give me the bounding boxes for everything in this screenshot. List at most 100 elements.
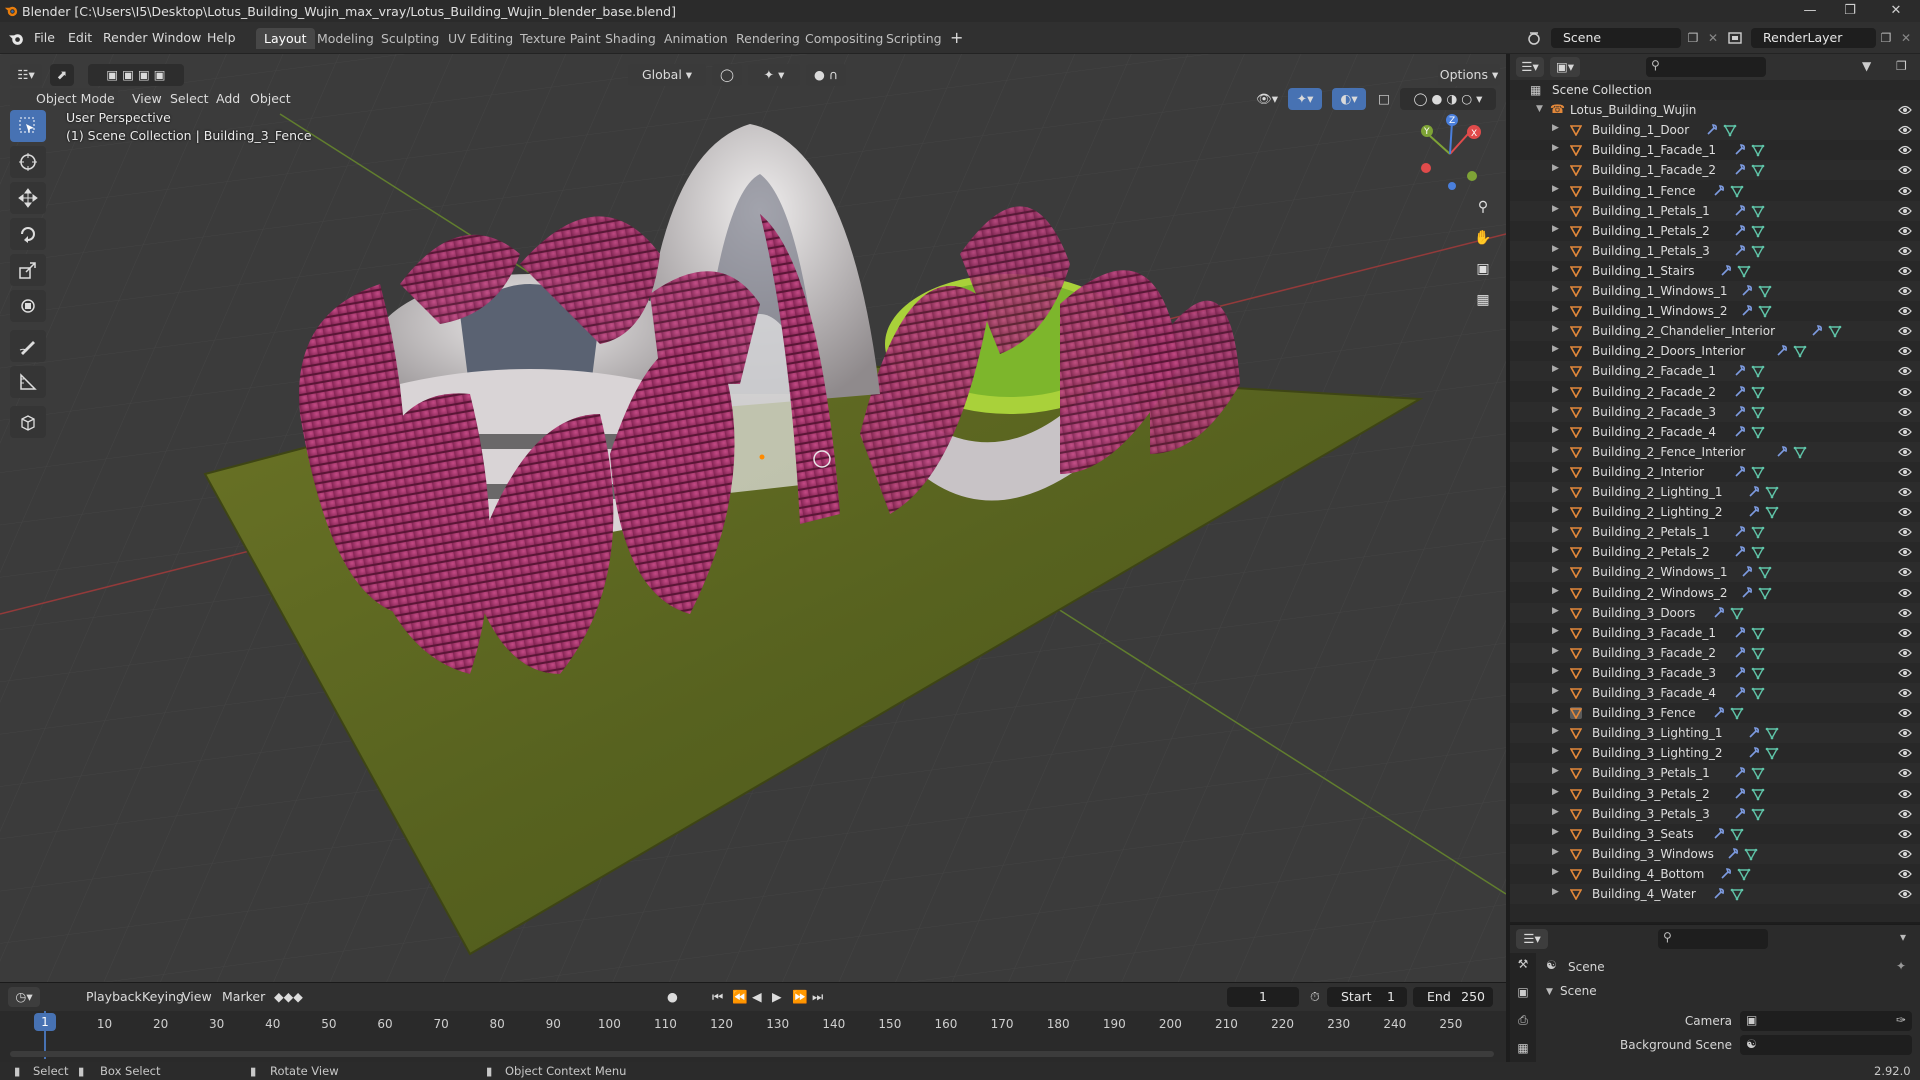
new-scene-icon[interactable]: ❐ — [1683, 28, 1703, 48]
tab-animation[interactable]: Animation — [656, 28, 736, 49]
outliner-item-row[interactable]: ▶ Building_3_Lighting_1 — [1510, 723, 1920, 744]
expand-arrow-icon[interactable]: ▶ — [1552, 706, 1559, 716]
expand-arrow-icon[interactable]: ▶ — [1552, 525, 1559, 535]
outliner-item-row[interactable]: ▶ Building_3_Seats — [1510, 824, 1920, 844]
background-scene-field[interactable] — [1740, 1035, 1912, 1055]
jump-start-icon[interactable]: ⏮ — [708, 988, 727, 1006]
menu-help[interactable]: Help — [203, 29, 240, 47]
visibility-eye-icon[interactable] — [1898, 868, 1912, 880]
modifier-wrench-icon[interactable] — [1775, 344, 1789, 358]
jump-end-icon[interactable]: ⏭ — [808, 988, 827, 1006]
expand-arrow-icon[interactable]: ▶ — [1552, 606, 1559, 616]
outliner-item-row[interactable]: ▶ Building_3_Petals_2 — [1510, 784, 1920, 804]
expand-arrow-icon[interactable]: ▶ — [1552, 807, 1559, 817]
outliner-item-row[interactable]: ▶ Building_2_Lighting_1 — [1510, 482, 1920, 502]
expand-arrow-icon[interactable]: ▶ — [1552, 545, 1559, 555]
mesh-data-icon[interactable] — [1751, 465, 1765, 479]
modifier-wrench-icon[interactable] — [1733, 646, 1747, 660]
modifier-wrench-icon[interactable] — [1733, 766, 1747, 780]
keyframe-nav-icon[interactable]: ◆◆◆ — [270, 988, 307, 1006]
outliner-item-row[interactable]: ▶ Building_2_Facade_3 — [1510, 401, 1920, 422]
mesh-data-icon[interactable] — [1730, 827, 1744, 841]
ortho-grid-icon[interactable]: ▦ — [1471, 288, 1495, 312]
properties-search-input[interactable] — [1658, 929, 1768, 949]
modifier-wrench-icon[interactable] — [1712, 827, 1726, 841]
tool-cursor[interactable] — [10, 146, 46, 178]
view-layer-tab-icon[interactable]: ▦ — [1514, 1041, 1532, 1059]
record-icon[interactable]: ● — [663, 988, 682, 1006]
mesh-data-icon[interactable] — [1751, 385, 1765, 399]
mesh-data-icon[interactable] — [1744, 847, 1758, 861]
pivot-point-icon[interactable]: ◯ — [712, 64, 742, 86]
expand-arrow-icon[interactable]: ▶ — [1552, 626, 1559, 636]
viewport-menu-object[interactable]: Object — [246, 90, 295, 108]
modifier-wrench-icon[interactable] — [1733, 807, 1747, 821]
expand-arrow-icon[interactable]: ▶ — [1552, 847, 1559, 857]
expand-arrow-icon[interactable]: ▶ — [1552, 726, 1559, 736]
modifier-wrench-icon[interactable] — [1705, 123, 1719, 137]
modifier-wrench-icon[interactable] — [1747, 726, 1761, 740]
tool-select-box[interactable] — [10, 110, 46, 142]
expand-arrow-icon[interactable]: ▶ — [1552, 666, 1559, 676]
modifier-wrench-icon[interactable] — [1733, 666, 1747, 680]
visibility-eye-icon[interactable] — [1898, 104, 1912, 116]
mesh-data-icon[interactable] — [1751, 425, 1765, 439]
mesh-data-icon[interactable] — [1751, 204, 1765, 218]
visibility-eye-icon[interactable] — [1898, 687, 1912, 699]
mesh-data-icon[interactable] — [1751, 525, 1765, 539]
visibility-eye-icon[interactable] — [1898, 566, 1912, 578]
tab-modeling[interactable]: Modeling — [309, 28, 382, 49]
expand-arrow-icon[interactable]: ▶ — [1552, 405, 1559, 415]
outliner-item-row[interactable]: ▶ Building_1_Facade_1 — [1510, 140, 1920, 160]
play-reverse-icon[interactable]: ◀ — [748, 988, 766, 1006]
expand-arrow-icon[interactable]: ▶ — [1552, 385, 1559, 395]
modifier-wrench-icon[interactable] — [1733, 204, 1747, 218]
outliner-item-row[interactable]: ▶ Building_1_Windows_2 — [1510, 301, 1920, 321]
expand-arrow-icon[interactable]: ▶ — [1552, 123, 1559, 133]
visibility-eye-icon[interactable] — [1898, 365, 1912, 377]
timeline-menu-view[interactable]: View — [178, 988, 216, 1006]
expand-arrow-icon[interactable]: ▶ — [1552, 766, 1559, 776]
visibility-eye-icon[interactable] — [1898, 185, 1912, 197]
outliner-item-row[interactable]: ▶ Building_3_Lighting_2 — [1510, 743, 1920, 763]
mesh-data-icon[interactable] — [1730, 184, 1744, 198]
outliner-item-row[interactable]: ▶ Building_2_Lighting_2 — [1510, 502, 1920, 522]
tool-annotate[interactable] — [10, 330, 46, 362]
mesh-data-icon[interactable] — [1751, 766, 1765, 780]
panel-collapse-icon[interactable]: ▼ — [1546, 987, 1553, 997]
editor-type-button[interactable]: ☷▾ — [10, 64, 42, 86]
expand-arrow-icon[interactable]: ▶ — [1552, 505, 1559, 515]
outliner-collection-row[interactable]: ▼ ☎ Lotus_Building_Wujin — [1510, 100, 1920, 121]
modifier-wrench-icon[interactable] — [1747, 746, 1761, 760]
end-frame-field[interactable]: End 250 — [1413, 987, 1493, 1007]
viewport-menu-view[interactable]: View — [128, 90, 166, 108]
expand-arrow-icon[interactable]: ▶ — [1552, 304, 1559, 314]
visibility-eye-icon[interactable] — [1898, 225, 1912, 237]
mesh-data-icon[interactable] — [1758, 284, 1772, 298]
modifier-wrench-icon[interactable] — [1712, 706, 1726, 720]
mesh-data-icon[interactable] — [1793, 344, 1807, 358]
mesh-data-icon[interactable] — [1758, 565, 1772, 579]
current-frame-field[interactable]: 1 — [1227, 987, 1299, 1007]
zoom-icon[interactable]: ⚲ — [1471, 195, 1495, 219]
mesh-data-icon[interactable] — [1758, 586, 1772, 600]
start-frame-field[interactable]: Start 1 — [1327, 987, 1407, 1007]
timeline-editor-type-button[interactable]: ◷▾ — [8, 987, 40, 1007]
mesh-data-icon[interactable] — [1765, 746, 1779, 760]
scene-selector-icon[interactable] — [1527, 30, 1547, 46]
output-tab-icon[interactable]: ⎙ — [1514, 1013, 1532, 1031]
outliner-item-row[interactable]: ▶ Building_2_Petals_2 — [1510, 542, 1920, 562]
modifier-wrench-icon[interactable] — [1733, 465, 1747, 479]
visibility-eye-icon[interactable] — [1898, 205, 1912, 217]
outliner-panel[interactable]: ☰▾ ▣▾ ⚲ ▼ ❐ ▦ Scene Collection ▼ ☎ Lotus_Bui… — [1510, 54, 1920, 922]
render-tab-icon[interactable]: ▣ — [1514, 985, 1532, 1003]
expand-arrow-icon[interactable]: ▶ — [1552, 364, 1559, 374]
expand-arrow-icon[interactable]: ▶ — [1552, 425, 1559, 435]
mode-dropdown[interactable]: Object Mode ▾ — [10, 88, 118, 128]
visibility-eye-icon[interactable] — [1898, 285, 1912, 297]
modifier-wrench-icon[interactable] — [1733, 686, 1747, 700]
visibility-eye-icon[interactable] — [1898, 325, 1912, 337]
visibility-eye-icon[interactable] — [1898, 546, 1912, 558]
new-collection-icon[interactable]: ❐ — [1896, 59, 1907, 73]
expand-arrow-icon[interactable]: ▶ — [1552, 565, 1559, 575]
